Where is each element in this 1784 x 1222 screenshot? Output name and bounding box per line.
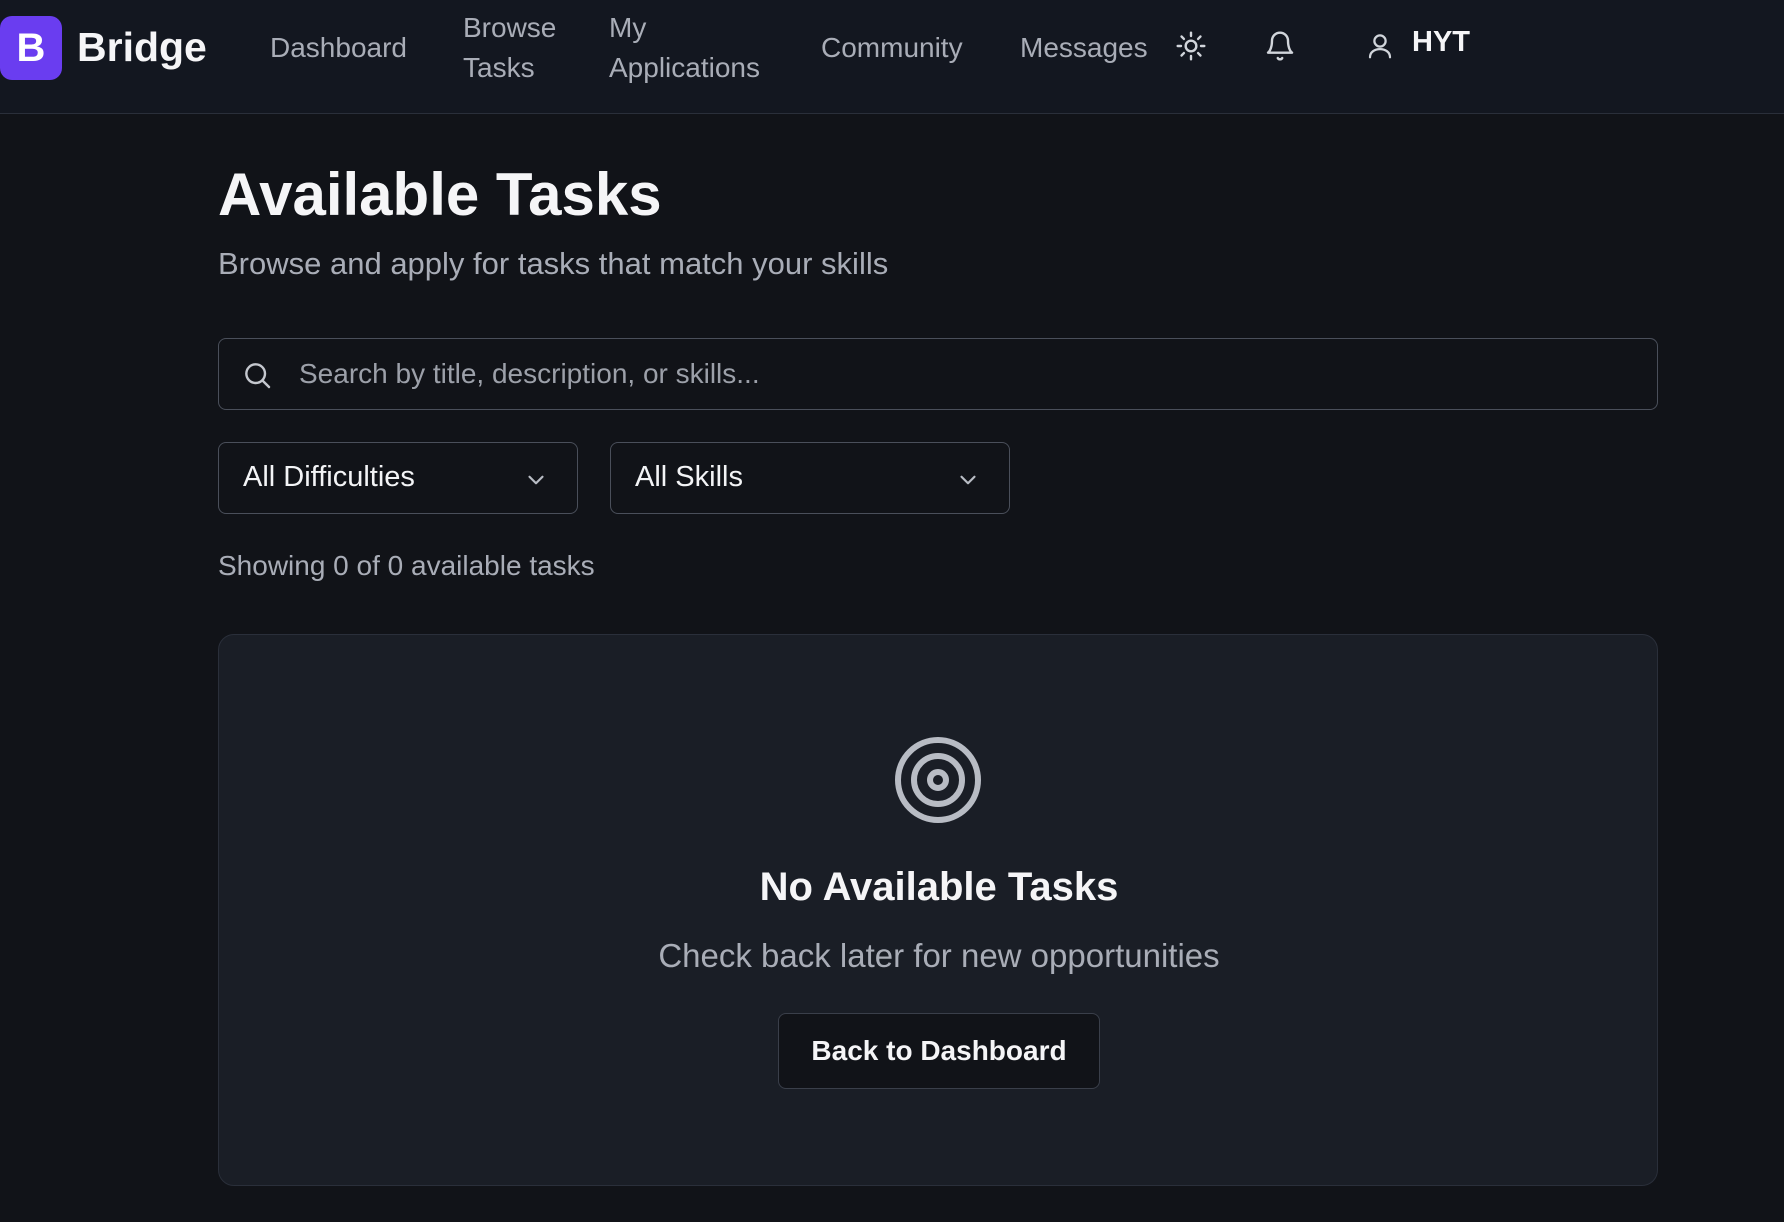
empty-state-title: No Available Tasks: [759, 865, 1119, 909]
brand-name[interactable]: Bridge: [77, 24, 207, 71]
search-icon: [241, 359, 273, 396]
user-icon[interactable]: [1362, 28, 1398, 64]
nav-my-applications[interactable]: My Applications: [609, 8, 760, 88]
chevron-down-icon: [955, 467, 981, 498]
difficulty-select[interactable]: All Difficulties: [218, 442, 578, 514]
target-icon: [893, 735, 983, 830]
user-name[interactable]: HYT: [1412, 26, 1470, 59]
skills-select-value: All Skills: [635, 461, 743, 493]
sun-icon[interactable]: [1173, 28, 1209, 64]
nav-browse-tasks-line2: Tasks: [463, 52, 535, 83]
empty-state-message: Check back later for new opportunities: [658, 937, 1220, 974]
nav-browse-tasks[interactable]: Browse Tasks: [463, 8, 556, 88]
nav-dashboard[interactable]: Dashboard: [270, 28, 407, 68]
nav-messages[interactable]: Messages: [1020, 28, 1148, 68]
brand-logo[interactable]: B: [0, 16, 62, 80]
page-subtitle: Browse and apply for tasks that match yo…: [218, 246, 889, 281]
chevron-down-icon: [523, 467, 549, 498]
empty-state-card: No Available Tasks Check back later for …: [218, 634, 1658, 1186]
page-title: Available Tasks: [218, 161, 662, 228]
skills-select[interactable]: All Skills: [610, 442, 1010, 514]
nav-community[interactable]: Community: [821, 28, 963, 68]
difficulty-select-value: All Difficulties: [243, 461, 415, 493]
bell-icon[interactable]: [1262, 28, 1298, 64]
search-box[interactable]: [218, 338, 1658, 410]
nav-my-applications-line2: Applications: [609, 52, 760, 83]
top-navbar: B Bridge Dashboard Browse Tasks My Appli…: [0, 0, 1784, 114]
results-count: Showing 0 of 0 available tasks: [218, 550, 595, 581]
nav-my-applications-line1: My: [609, 12, 647, 43]
back-to-dashboard-button[interactable]: Back to Dashboard: [778, 1013, 1100, 1089]
search-input[interactable]: [299, 339, 1639, 409]
nav-browse-tasks-line1: Browse: [463, 12, 557, 43]
